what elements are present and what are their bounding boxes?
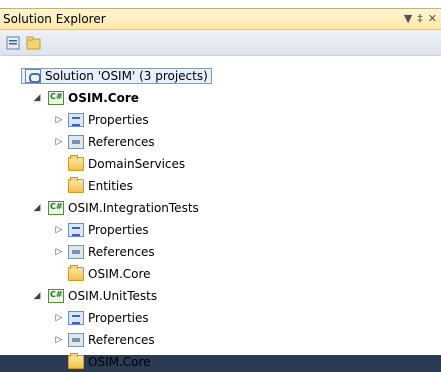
- tree-item-label: OSIM.Core: [88, 355, 151, 369]
- tree-item-label: References: [88, 333, 155, 347]
- toolbar: [0, 30, 441, 56]
- expand-icon[interactable]: ▷: [54, 313, 64, 323]
- tree-item-folder-entities[interactable]: Entities: [68, 176, 133, 196]
- tree-item-label: Entities: [88, 179, 133, 193]
- tree-item-references[interactable]: ▷ References: [44, 132, 155, 152]
- tree-item-references[interactable]: ▷ References: [44, 242, 155, 262]
- tree-item-label: References: [88, 245, 155, 259]
- tree-item-label: OSIM.IntegrationTests: [68, 201, 199, 215]
- panel-titlebar[interactable]: Solution Explorer ▼ ‡ ✕: [0, 8, 441, 30]
- csharp-project-icon: [48, 91, 64, 105]
- expand-icon[interactable]: ▷: [54, 225, 64, 235]
- properties-icon: [68, 113, 84, 127]
- collapse-icon[interactable]: ◢: [32, 93, 42, 103]
- tree-item-label: OSIM.Core: [88, 267, 151, 281]
- folder-icon: [68, 155, 84, 171]
- dropdown-icon[interactable]: ▼: [404, 12, 412, 25]
- references-icon: [68, 135, 84, 149]
- tree-item-folder-domainservices[interactable]: DomainServices: [68, 154, 185, 174]
- show-all-files-icon[interactable]: [26, 35, 42, 51]
- tree-item-project-integrationtests[interactable]: ◢ OSIM.IntegrationTests: [26, 198, 199, 218]
- solution-explorer-panel: Solution Explorer ▼ ‡ ✕ Solution 'OSIM' …: [0, 0, 441, 369]
- expand-icon[interactable]: ▷: [54, 247, 64, 257]
- tree-item-label: Properties: [88, 113, 149, 127]
- folder-icon: [68, 353, 84, 369]
- tree-item-folder-osim-core[interactable]: OSIM.Core: [68, 264, 151, 284]
- csharp-project-icon: [48, 201, 64, 215]
- titlebar-buttons: ▼ ‡ ✕: [404, 12, 437, 25]
- expand-icon[interactable]: ▷: [54, 335, 64, 345]
- tree-item-solution[interactable]: Solution 'OSIM' (3 projects): [21, 66, 212, 86]
- tree-item-project-unittests[interactable]: ◢ OSIM.UnitTests: [26, 286, 157, 306]
- tree-item-label: Properties: [88, 311, 149, 325]
- properties-icon: [68, 311, 84, 325]
- panel-title: Solution Explorer: [3, 12, 106, 26]
- tree-item-references[interactable]: ▷ References: [44, 330, 155, 350]
- collapse-icon[interactable]: ◢: [32, 203, 42, 213]
- close-icon[interactable]: ✕: [428, 12, 437, 25]
- tree-item-properties[interactable]: ▷ Properties: [44, 308, 149, 328]
- tree-item-project-core[interactable]: ◢ OSIM.Core: [26, 88, 139, 108]
- tree-item-label: OSIM.UnitTests: [68, 289, 158, 303]
- tree-item-folder-osim-core[interactable]: OSIM.Core: [68, 352, 151, 372]
- tree-item-label: References: [88, 135, 155, 149]
- properties-icon[interactable]: [6, 35, 22, 51]
- folder-icon: [68, 265, 84, 281]
- pin-icon[interactable]: ‡: [417, 12, 423, 25]
- expand-icon[interactable]: ▷: [54, 115, 64, 125]
- folder-icon: [68, 177, 84, 193]
- tree-item-label: Solution 'OSIM' (3 projects): [45, 69, 208, 83]
- tree-item-label: Properties: [88, 223, 149, 237]
- tree-item-label: DomainServices: [88, 157, 186, 171]
- tree-item-properties[interactable]: ▷ Properties: [44, 220, 149, 240]
- expand-icon[interactable]: ▷: [54, 137, 64, 147]
- references-icon: [68, 333, 84, 347]
- solution-icon: [25, 69, 41, 83]
- tree-item-properties[interactable]: ▷ Properties: [44, 110, 149, 130]
- collapse-icon[interactable]: ◢: [32, 291, 42, 301]
- references-icon: [68, 245, 84, 259]
- csharp-project-icon: [48, 289, 64, 303]
- properties-icon: [68, 223, 84, 237]
- tree-item-label: OSIM.Core: [68, 91, 139, 105]
